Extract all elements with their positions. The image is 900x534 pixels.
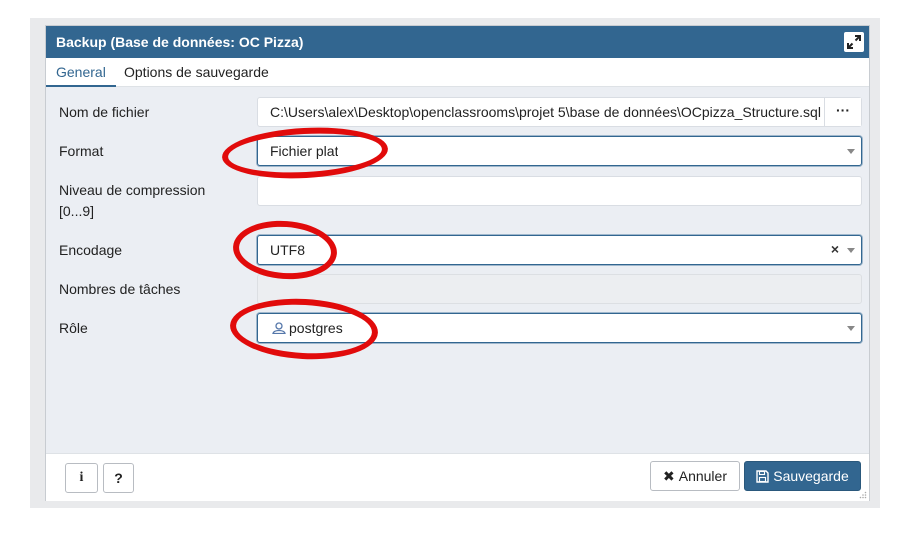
tab-backup-options[interactable]: Options de sauvegarde <box>124 64 269 80</box>
save-button[interactable]: Sauvegarde <box>744 461 861 491</box>
compression-label: Niveau de compression <box>59 182 206 198</box>
close-icon: ✖ <box>663 468 675 484</box>
tab-general[interactable]: General <box>46 64 116 87</box>
format-select[interactable]: Fichier plat <box>257 136 862 166</box>
backup-dialog: Backup (Base de données: OC Pizza) Gener… <box>45 25 870 501</box>
role-label: Rôle <box>59 320 88 336</box>
encoding-selected-value: UTF8 <box>270 242 305 258</box>
encoding-label: Encodage <box>59 242 123 258</box>
compression-input[interactable] <box>257 176 862 206</box>
save-label: Sauvegarde <box>773 468 849 484</box>
dialog-title: Backup (Base de données: OC Pizza) <box>56 34 304 50</box>
jobs-label: Nombres de tâches <box>59 281 181 297</box>
dialog-footer: i ? ✖ Annuler Sauvegarde <box>46 453 869 501</box>
clear-selection-icon[interactable]: × <box>831 241 839 257</box>
compression-range-label: [0...9] <box>59 203 95 219</box>
floppy-disk-icon <box>756 470 769 483</box>
cancel-button[interactable]: ✖ Annuler <box>650 461 740 491</box>
role-selected-value: postgres <box>289 320 343 336</box>
maximize-button[interactable] <box>844 32 864 52</box>
info-icon: i <box>79 470 84 485</box>
jobs-input <box>257 274 862 304</box>
format-label: Format <box>59 143 104 159</box>
filename-input[interactable]: C:\Users\alex\Desktop\openclassrooms\pro… <box>270 104 825 120</box>
expand-icon <box>847 35 861 49</box>
general-panel: Nom de fichier C:\Users\alex\Desktop\ope… <box>46 87 869 453</box>
format-selected-value: Fichier plat <box>270 143 339 159</box>
chevron-down-icon <box>847 248 855 253</box>
chevron-down-icon <box>847 326 855 331</box>
role-select[interactable]: postgres <box>257 313 862 343</box>
info-button[interactable]: i <box>65 463 98 493</box>
encoding-select[interactable]: UTF8 × <box>257 235 862 265</box>
user-icon <box>272 322 286 334</box>
filename-field[interactable]: C:\Users\alex\Desktop\openclassrooms\pro… <box>257 97 862 127</box>
filename-label: Nom de fichier <box>59 104 150 120</box>
cancel-label: Annuler <box>678 468 727 484</box>
help-icon: ? <box>114 470 123 486</box>
dialog-titlebar: Backup (Base de données: OC Pizza) <box>46 26 869 58</box>
browse-file-button[interactable]: ··· <box>824 98 861 126</box>
help-button[interactable]: ? <box>103 463 134 493</box>
resize-grip-icon[interactable] <box>859 491 867 499</box>
chevron-down-icon <box>847 149 855 154</box>
tab-bar: General Options de sauvegarde <box>46 58 869 87</box>
